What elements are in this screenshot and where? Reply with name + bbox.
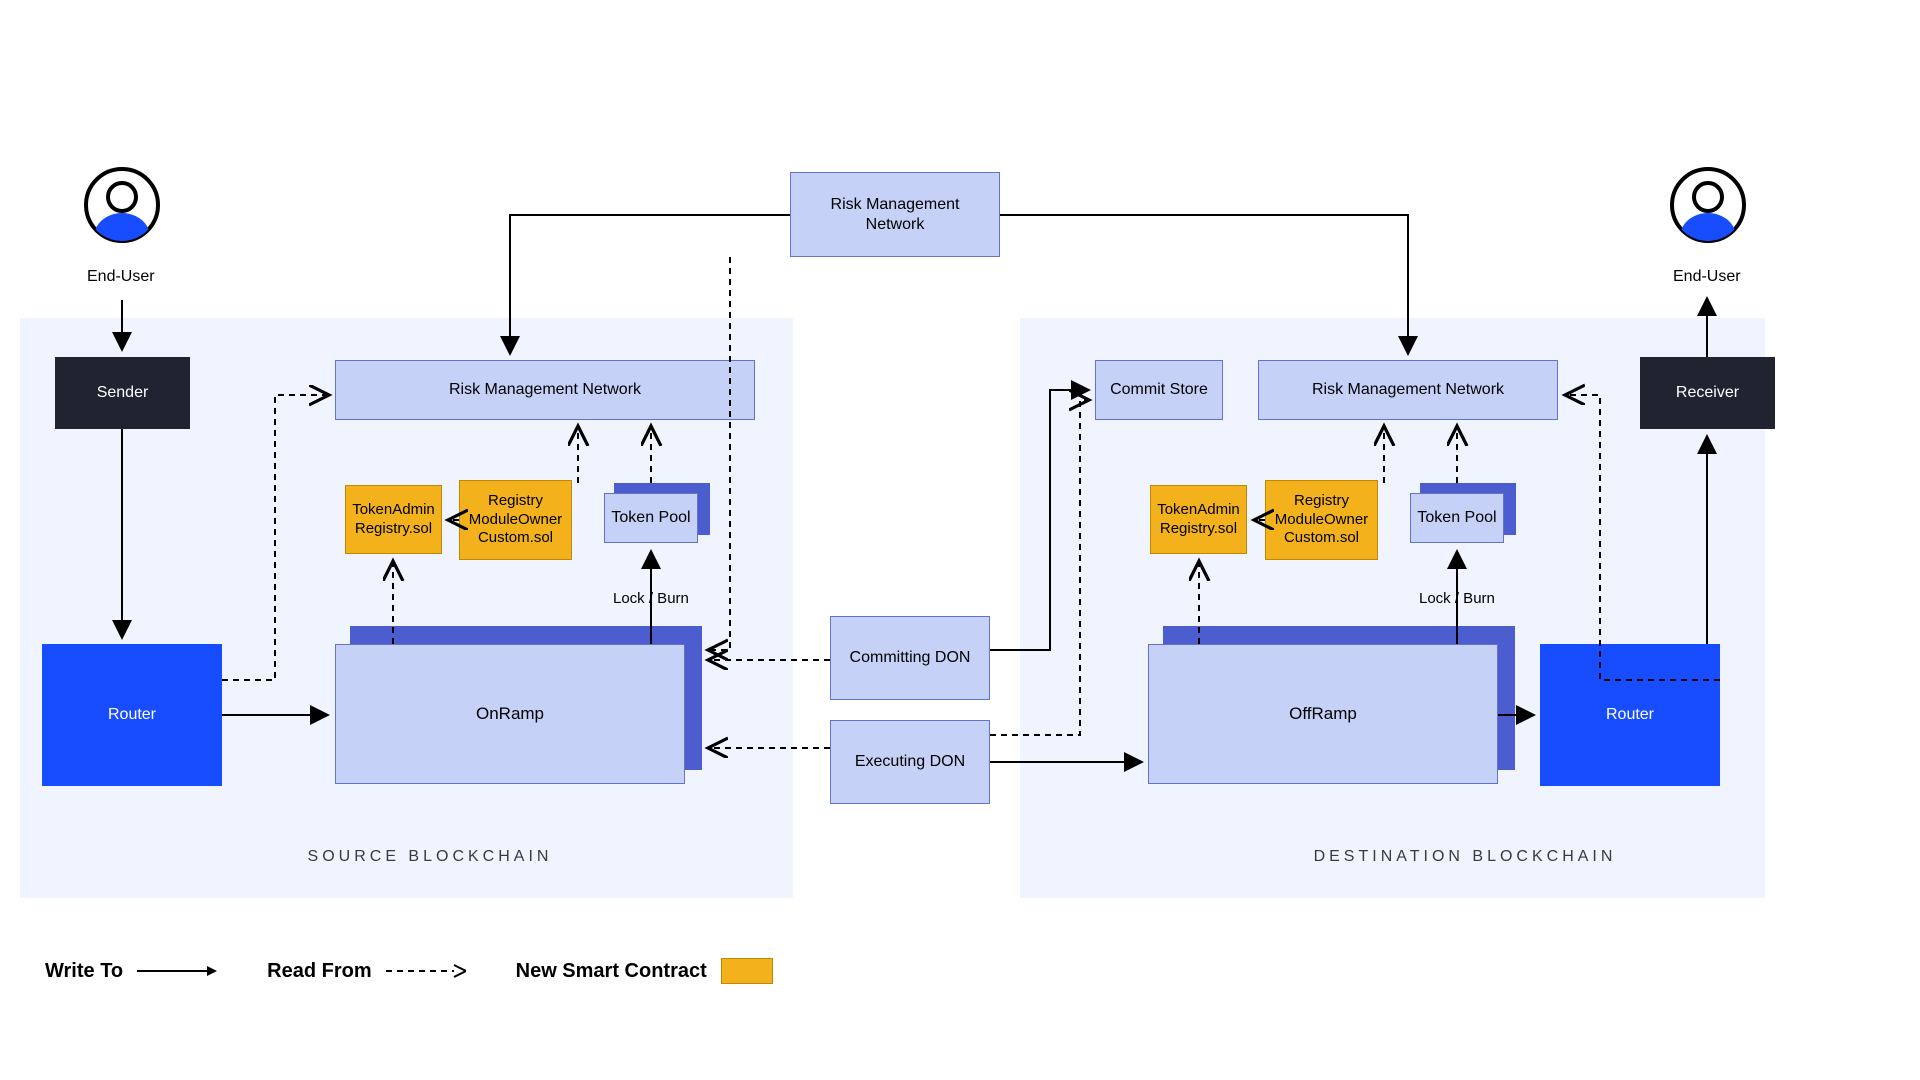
legend-read-from: Read From bbox=[267, 960, 465, 983]
source-rmn-node: Risk Management Network bbox=[335, 360, 755, 420]
dest-offramp-node: OffRamp bbox=[1148, 644, 1498, 784]
dest-lockburn-label: Lock / Burn bbox=[1419, 590, 1495, 607]
committing-don-node: Committing DON bbox=[830, 616, 990, 700]
source-tokenpool-node: Token Pool bbox=[604, 493, 698, 543]
legend-new-contract: New Smart Contract bbox=[516, 958, 773, 984]
legend-read-from-label: Read From bbox=[267, 960, 371, 983]
source-zone-label: SOURCE BLOCKCHAIN bbox=[280, 848, 580, 866]
source-tokenadmin-node: TokenAdmin Registry.sol bbox=[345, 485, 442, 554]
legend-write-to: Write To bbox=[45, 960, 217, 983]
legend-new-contract-label: New Smart Contract bbox=[516, 960, 707, 983]
end-user-icon-right bbox=[1668, 165, 1748, 245]
source-registrymodule-node: Registry ModuleOwner Custom.sol bbox=[459, 480, 572, 560]
end-user-label-right: End-User bbox=[1673, 268, 1741, 286]
dest-router-node: Router bbox=[1540, 644, 1720, 786]
end-user-icon-left bbox=[82, 165, 162, 245]
dest-tokenadmin-node: TokenAdmin Registry.sol bbox=[1150, 485, 1247, 554]
architecture-diagram: End-User End-User Sender Router Risk Man… bbox=[0, 0, 1920, 1080]
dest-rmn-node: Risk Management Network bbox=[1258, 360, 1558, 420]
receiver-node: Receiver bbox=[1640, 357, 1775, 429]
sender-node: Sender bbox=[55, 357, 190, 429]
source-lockburn-label: Lock / Burn bbox=[613, 590, 689, 607]
executing-don-node: Executing DON bbox=[830, 720, 990, 804]
dest-registrymodule-node: Registry ModuleOwner Custom.sol bbox=[1265, 480, 1378, 560]
commit-store-node: Commit Store bbox=[1095, 360, 1223, 420]
dest-tokenpool-node: Token Pool bbox=[1410, 493, 1504, 543]
dest-zone-label: DESTINATION BLOCKCHAIN bbox=[1290, 848, 1640, 866]
end-user-label-left: End-User bbox=[87, 268, 155, 286]
legend-swatch-orange bbox=[721, 958, 773, 984]
legend-write-to-label: Write To bbox=[45, 960, 123, 983]
source-onramp-node: OnRamp bbox=[335, 644, 685, 784]
source-router-node: Router bbox=[42, 644, 222, 786]
legend: Write To Read From New Smart Contract bbox=[45, 958, 773, 984]
rmn-top-node: Risk Management Network bbox=[790, 172, 1000, 257]
